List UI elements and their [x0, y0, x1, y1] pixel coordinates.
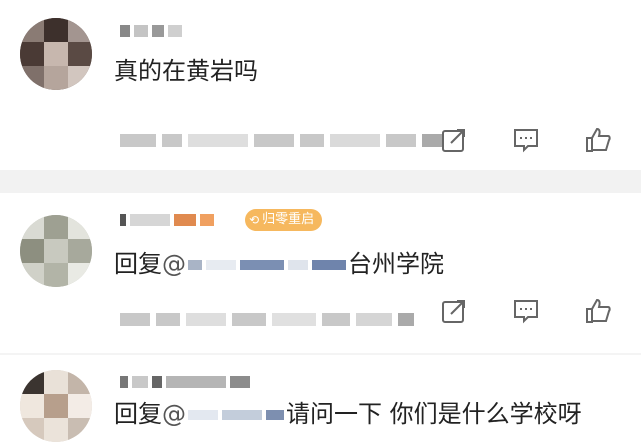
avatar[interactable]	[20, 370, 92, 442]
comment-meta	[120, 134, 442, 147]
badge-icon: ⟲	[249, 213, 260, 227]
reply-prefix: 回复	[114, 400, 162, 428]
username[interactable]	[120, 213, 214, 227]
thumbs-up-icon[interactable]	[583, 296, 613, 326]
mention[interactable]: @	[162, 400, 286, 428]
thumbs-up-icon[interactable]	[583, 125, 613, 155]
comment-text: 回复@ 请问一下 你们是什么学校呀	[114, 399, 582, 429]
reply-prefix: 回复	[114, 250, 162, 278]
comment-content: 台州学院	[348, 250, 444, 278]
comment-icon[interactable]	[511, 296, 541, 326]
status-badge: ⟲ 归零重启	[245, 209, 323, 231]
avatar[interactable]	[20, 18, 92, 90]
avatar[interactable]	[20, 215, 92, 287]
comment-text: 真的在黄岩吗	[114, 57, 258, 85]
share-icon[interactable]	[439, 296, 469, 326]
comment-item: 回复@ 请问一下 你们是什么学校呀	[0, 355, 641, 448]
comment-content: 请问一下 你们是什么学校呀	[286, 400, 582, 428]
comment-item: 真的在黄岩吗	[0, 0, 641, 170]
comment-item: ⟲ 归零重启 回复@ 台州学院	[0, 193, 641, 353]
share-icon[interactable]	[439, 125, 469, 155]
username[interactable]	[120, 24, 182, 38]
comment-icon[interactable]	[511, 125, 541, 155]
comment-meta	[120, 313, 414, 326]
section-divider	[0, 170, 641, 193]
badge-label: 归零重启	[262, 212, 315, 227]
mention[interactable]: @	[162, 250, 348, 278]
username[interactable]	[120, 375, 250, 389]
comment-text: 回复@ 台州学院	[114, 249, 444, 279]
